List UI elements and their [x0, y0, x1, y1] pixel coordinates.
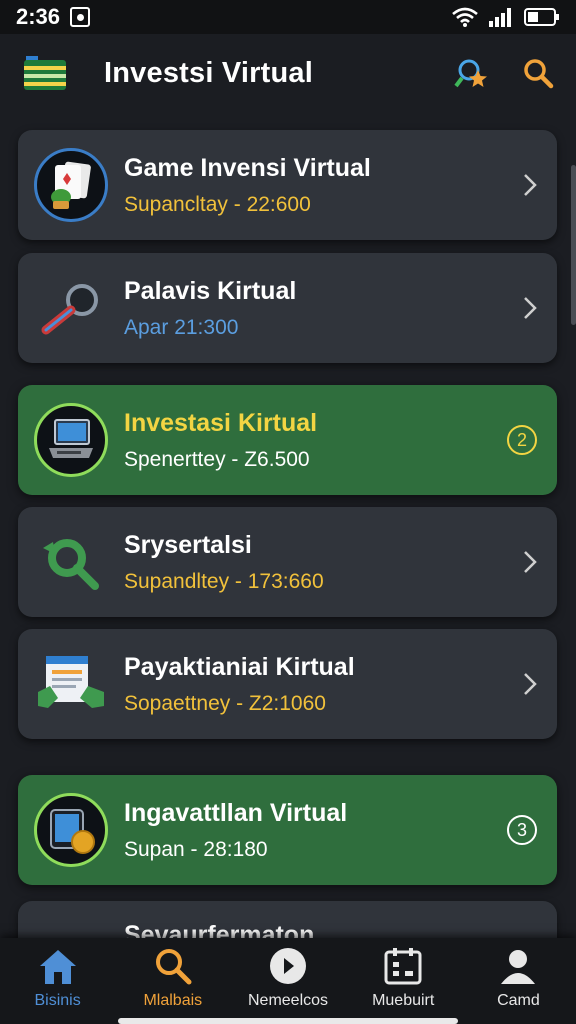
nav-label: Bisinis [34, 992, 81, 1009]
home-indicator[interactable] [118, 1018, 458, 1024]
count-badge: 2 [507, 425, 537, 455]
nav-item-bisinis[interactable]: Bisinis [0, 938, 115, 1024]
chevron-right-icon [524, 551, 537, 573]
list-item[interactable]: Payaktianiai Kirtual Sopaettney - Z2:106… [18, 629, 557, 739]
battery-icon [524, 8, 559, 26]
laptop-icon [34, 403, 108, 477]
page-title: Investsi Virtual [104, 56, 313, 89]
nav-label: Muebuirt [372, 992, 435, 1009]
chevron-right-icon [524, 297, 537, 319]
camera-notification-icon [70, 7, 91, 27]
list-item-highlighted[interactable]: Investasi Kirtual Spenerttey - Z6.500 2 [18, 385, 557, 495]
nav-item-muebuirt[interactable]: Muebuirt [346, 938, 461, 1024]
nav-label: Nemeelcos [247, 992, 329, 1009]
play-icon [270, 948, 306, 984]
nav-item-nemeelcos[interactable]: Nemeelcos [230, 938, 345, 1024]
nav-label: Camd [497, 992, 540, 1009]
calendar-icon [384, 948, 422, 985]
search-star-icon[interactable] [454, 56, 488, 90]
list-item-highlighted[interactable]: Ingavattllan Virtual Supan - 28:180 3 [18, 775, 557, 885]
app-header: Investsi Virtual [0, 34, 576, 112]
list-item[interactable]: Palavis Kirtual Apar 21:300 [18, 253, 557, 363]
status-time: 2:36 [16, 4, 61, 29]
refresh-search-icon [34, 525, 108, 599]
scrollbar[interactable] [571, 165, 576, 325]
bottom-navigation: Bisinis Mlalbais Nemeelcos Muebuirt Camd [0, 938, 576, 1024]
item-title: Palavis Kirtual [124, 276, 297, 305]
chevron-right-icon [524, 174, 537, 196]
wallet-menu-icon[interactable] [22, 54, 68, 92]
nav-item-camd[interactable]: Camd [461, 938, 576, 1024]
signal-icon [489, 8, 511, 27]
item-subtitle: Supandltey - 173:660 [124, 569, 324, 593]
search-icon[interactable] [522, 57, 554, 89]
item-title: Payaktianiai Kirtual [124, 652, 355, 681]
item-title: Investasi Kirtual [124, 408, 318, 437]
item-title: Game Invensi Virtual [124, 153, 371, 182]
nav-item-mlalbais[interactable]: Mlalbais [115, 938, 230, 1024]
count-badge: 3 [507, 815, 537, 845]
chevron-right-icon [524, 673, 537, 695]
item-subtitle: Apar 21:300 [124, 315, 239, 339]
status-bar: 2:36 [0, 0, 576, 34]
document-hands-icon [34, 647, 108, 721]
wifi-icon [452, 7, 478, 27]
user-icon [501, 950, 536, 984]
item-subtitle: Sopaettney - Z2:1060 [124, 691, 326, 715]
item-subtitle: Supancltay - 22:600 [124, 192, 311, 216]
tablet-coin-icon [34, 793, 108, 867]
list-item[interactable]: Srysertalsi Supandltey - 173:660 [18, 507, 557, 617]
list-item[interactable]: Game Invensi Virtual Supancltay - 22:600 [18, 130, 557, 240]
item-title: Srysertalsi [124, 530, 252, 559]
search-icon [155, 949, 192, 985]
cards-plant-icon [34, 148, 108, 222]
item-title: Ingavattllan Virtual [124, 798, 348, 827]
home-icon [39, 950, 76, 984]
nav-label: Mlalbais [143, 992, 203, 1009]
item-subtitle: Supan - 28:180 [124, 837, 268, 861]
magnifier-icon [34, 271, 108, 345]
item-subtitle: Spenerttey - Z6.500 [124, 447, 310, 471]
